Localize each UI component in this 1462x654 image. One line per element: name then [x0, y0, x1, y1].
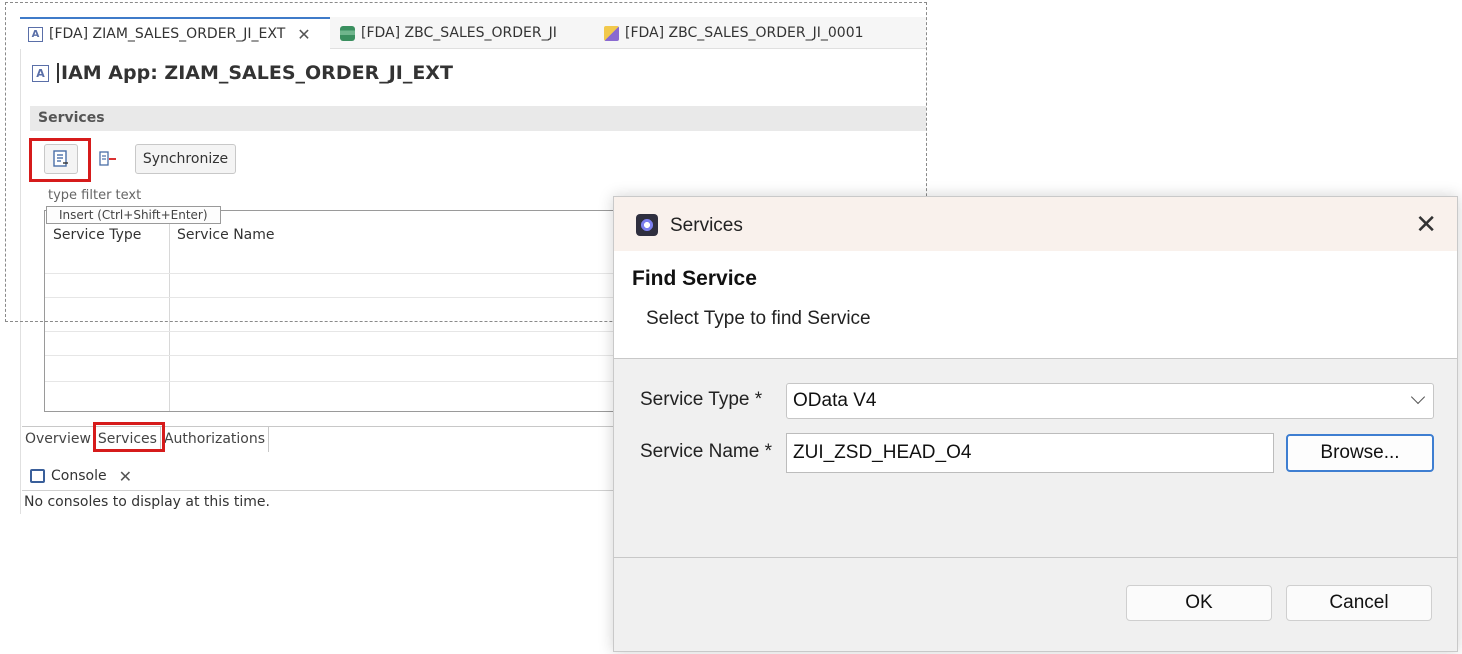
- synchronize-button[interactable]: Synchronize: [135, 144, 236, 174]
- dialog-title-bar[interactable]: Services ✕: [614, 197, 1457, 251]
- text-cursor: [57, 63, 59, 83]
- extension-icon: [604, 25, 619, 41]
- chevron-down-icon: [1410, 389, 1426, 405]
- app-icon: A: [28, 26, 43, 42]
- tab-zbc-sales-order[interactable]: [FDA] ZBC_SALES_ORDER_JI: [332, 17, 592, 49]
- insert-button-highlight: [29, 138, 91, 182]
- cancel-button[interactable]: Cancel: [1286, 585, 1432, 621]
- editor-tab-bar: A [FDA] ZIAM_SALES_ORDER_JI_EXT ✕ [FDA] …: [20, 17, 926, 49]
- tab-authorizations[interactable]: Authorizations: [161, 427, 270, 452]
- screenshot-stage: A [FDA] ZIAM_SALES_ORDER_JI_EXT ✕ [FDA] …: [0, 0, 1462, 654]
- table-row: [45, 273, 623, 274]
- service-name-input[interactable]: ZUI_ZSD_HEAD_O4: [786, 433, 1274, 473]
- console-tab-label: Console: [51, 468, 107, 484]
- services-table: Service Type Service Name: [44, 210, 624, 412]
- services-dialog: Services ✕ Find Service Select Type to f…: [613, 196, 1458, 652]
- console-message: No consoles to display at this time.: [24, 494, 270, 510]
- close-icon[interactable]: ✕: [297, 25, 310, 44]
- services-tab-highlight: [92, 422, 165, 452]
- app-logo-icon: [636, 214, 658, 236]
- tab-services[interactable]: Services: [92, 422, 165, 452]
- tab-ziam-sales-order-ext[interactable]: A [FDA] ZIAM_SALES_ORDER_JI_EXT ✕: [20, 17, 330, 49]
- browse-button[interactable]: Browse...: [1286, 434, 1434, 472]
- ok-button[interactable]: OK: [1126, 585, 1272, 621]
- tab-overview[interactable]: Overview: [22, 427, 95, 452]
- tab-label: [FDA] ZBC_SALES_ORDER_JI_0001: [625, 25, 864, 41]
- service-name-label: Service Name *: [640, 441, 772, 462]
- table-row: [45, 297, 623, 298]
- close-icon[interactable]: ✕: [119, 467, 132, 486]
- dialog-title: Services: [670, 215, 743, 236]
- find-service-description: Select Type to find Service: [646, 308, 871, 329]
- dialog-header: Find Service Select Type to find Service: [614, 251, 1457, 359]
- editor-border: [20, 49, 21, 514]
- service-type-value: OData V4: [793, 390, 877, 411]
- service-type-label: Service Type *: [640, 389, 763, 410]
- console-tab[interactable]: Console ✕: [24, 464, 138, 490]
- insert-tooltip: Insert (Ctrl+Shift+Enter): [46, 206, 221, 224]
- tab-zbc-sales-order-0001[interactable]: [FDA] ZBC_SALES_ORDER_JI_0001: [596, 17, 896, 49]
- remove-row-icon: [99, 151, 116, 166]
- services-section-header: Services: [30, 106, 926, 131]
- table-row: [45, 381, 623, 382]
- console-icon: [30, 469, 45, 483]
- remove-button[interactable]: [97, 148, 119, 170]
- console-divider: [22, 490, 626, 491]
- app-icon: A: [32, 64, 49, 82]
- page-title: A IAM App: ZIAM_SALES_ORDER_JI_EXT: [32, 62, 453, 84]
- tab-label: [FDA] ZIAM_SALES_ORDER_JI_EXT: [49, 26, 286, 42]
- table-row: [45, 331, 623, 332]
- page-title-text: IAM App: ZIAM_SALES_ORDER_JI_EXT: [61, 62, 453, 84]
- column-header-service-type[interactable]: Service Type: [53, 227, 141, 243]
- table-row: [45, 355, 623, 356]
- footer-divider: [614, 557, 1457, 558]
- service-type-select[interactable]: OData V4: [786, 383, 1434, 419]
- database-icon: [340, 25, 355, 41]
- tab-label: [FDA] ZBC_SALES_ORDER_JI: [361, 25, 557, 41]
- column-header-service-name[interactable]: Service Name: [177, 227, 275, 243]
- filter-input[interactable]: type filter text: [48, 188, 141, 203]
- find-service-heading: Find Service: [632, 267, 757, 290]
- editor-page-tabs: Overview Services Authorizations: [22, 422, 622, 452]
- close-icon[interactable]: ✕: [1415, 209, 1437, 240]
